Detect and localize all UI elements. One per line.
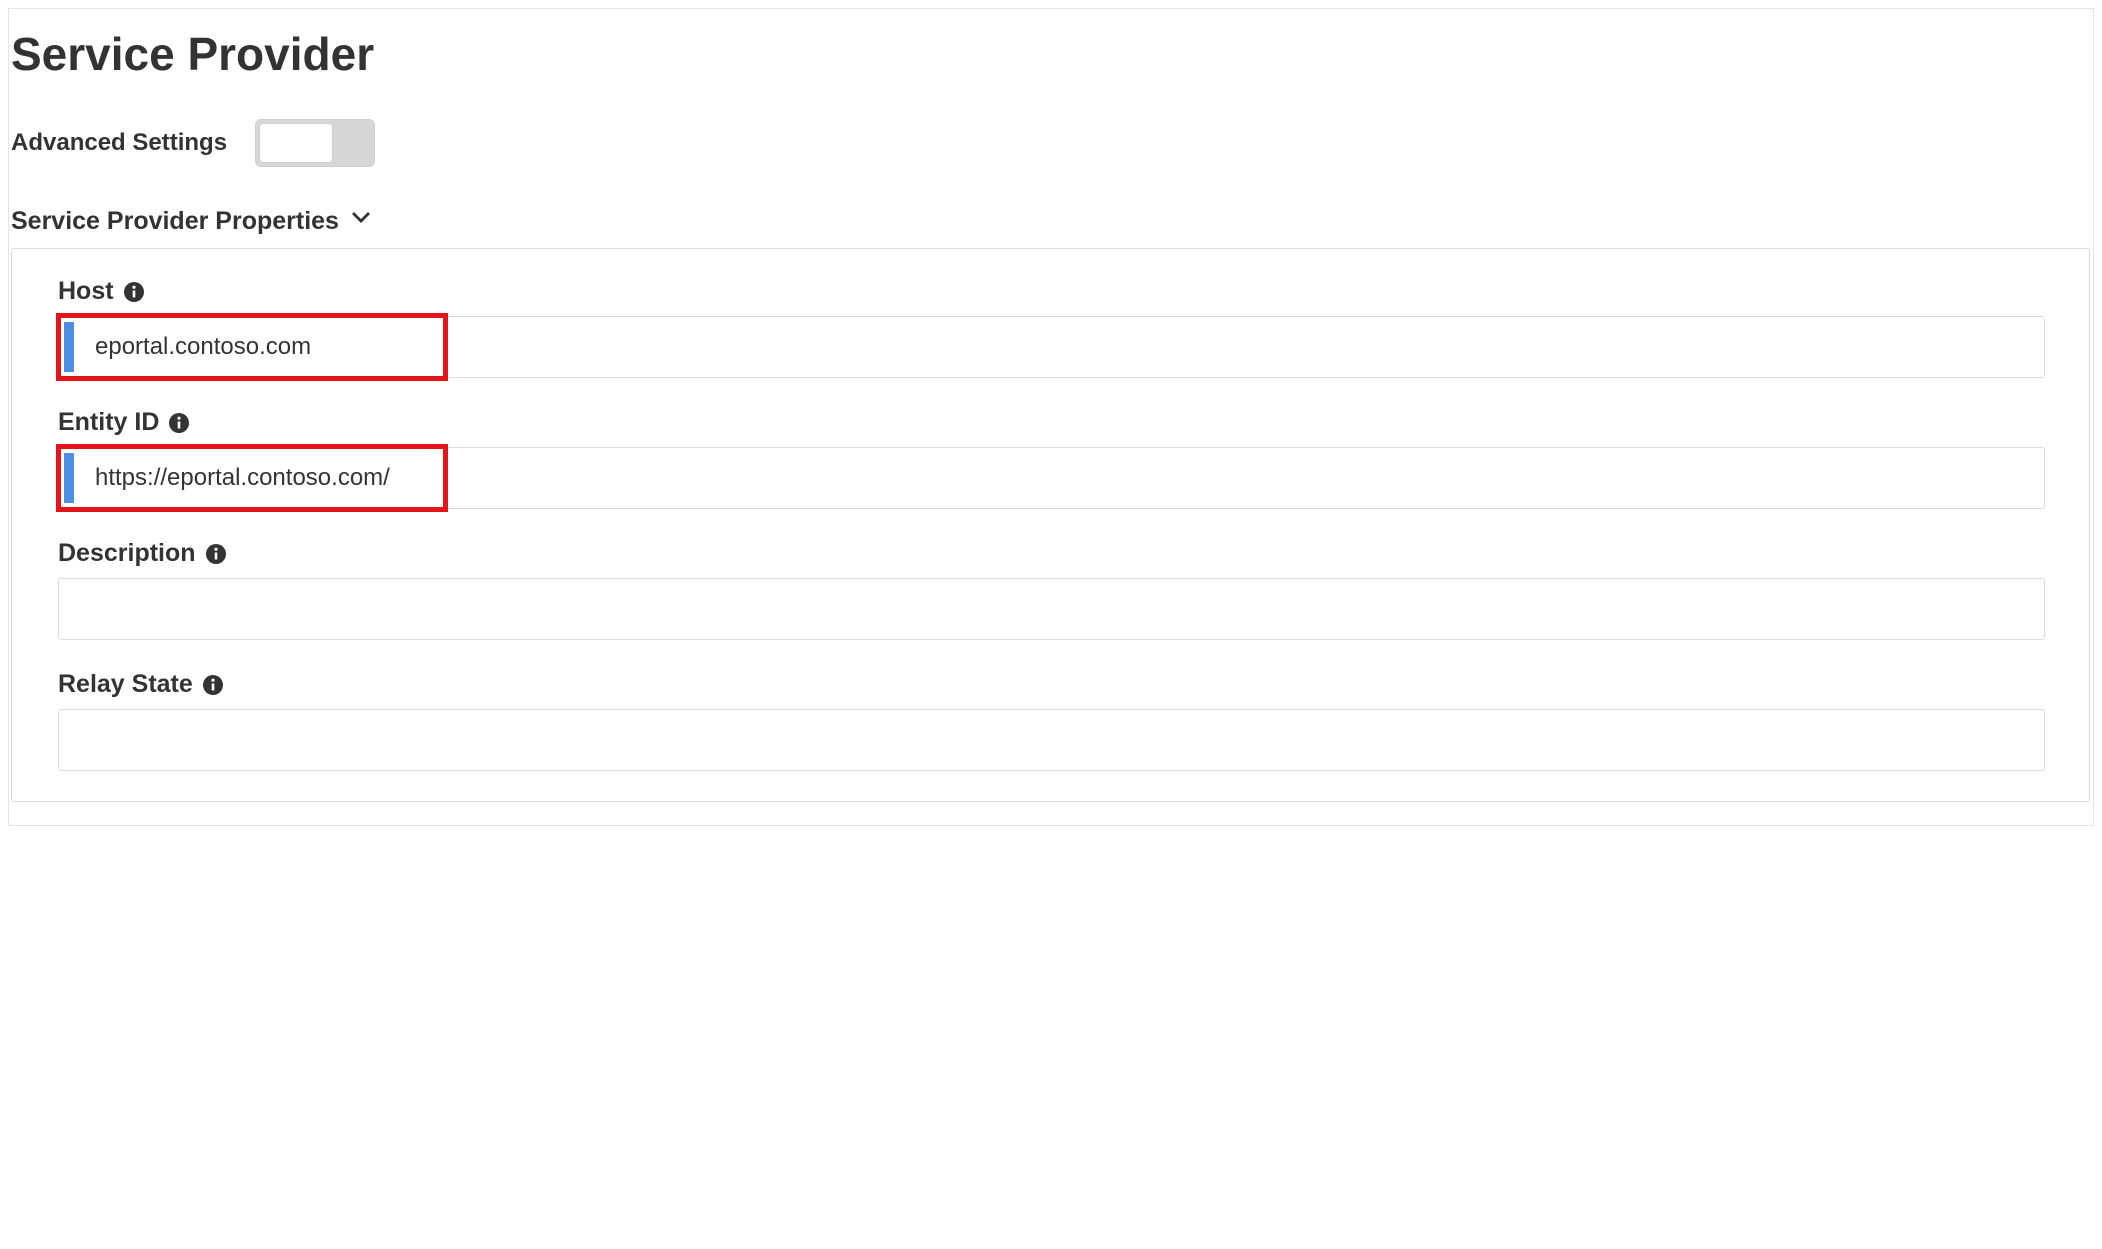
entity-id-label-row: Entity ID	[58, 408, 2045, 437]
info-icon[interactable]	[206, 544, 226, 564]
entity-id-label: Entity ID	[58, 408, 159, 437]
description-label: Description	[58, 539, 196, 568]
description-label-row: Description	[58, 539, 2045, 568]
page-title: Service Provider	[9, 21, 2093, 113]
entity-id-input-wrapper	[58, 447, 2045, 509]
info-icon[interactable]	[169, 413, 189, 433]
description-input[interactable]	[58, 578, 2045, 640]
info-icon[interactable]	[203, 675, 223, 695]
relay-state-label: Relay State	[58, 670, 193, 699]
sp-properties-header[interactable]: Service Provider Properties	[9, 195, 2093, 246]
description-field-block: Description	[58, 539, 2045, 640]
caret-down-icon	[351, 212, 371, 231]
input-accent-bar	[64, 453, 74, 503]
sp-properties-panel: Host Entity ID	[11, 248, 2090, 802]
relay-state-input-wrapper	[58, 709, 2045, 771]
relay-state-field-block: Relay State	[58, 670, 2045, 771]
host-field-block: Host	[58, 277, 2045, 378]
relay-state-label-row: Relay State	[58, 670, 2045, 699]
host-input[interactable]	[58, 316, 2045, 378]
advanced-settings-label: Advanced Settings	[11, 129, 227, 157]
description-input-wrapper	[58, 578, 2045, 640]
entity-id-input[interactable]	[58, 447, 2045, 509]
page-frame: Service Provider Advanced Settings Servi…	[8, 8, 2094, 826]
info-icon[interactable]	[124, 282, 144, 302]
entity-id-field-block: Entity ID	[58, 408, 2045, 509]
host-label: Host	[58, 277, 114, 306]
relay-state-input[interactable]	[58, 709, 2045, 771]
host-input-wrapper	[58, 316, 2045, 378]
toggle-knob	[259, 123, 333, 163]
sp-properties-title: Service Provider Properties	[11, 207, 339, 236]
input-accent-bar	[64, 322, 74, 372]
advanced-settings-row: Advanced Settings	[9, 113, 2093, 195]
advanced-settings-toggle[interactable]	[255, 119, 375, 167]
host-label-row: Host	[58, 277, 2045, 306]
